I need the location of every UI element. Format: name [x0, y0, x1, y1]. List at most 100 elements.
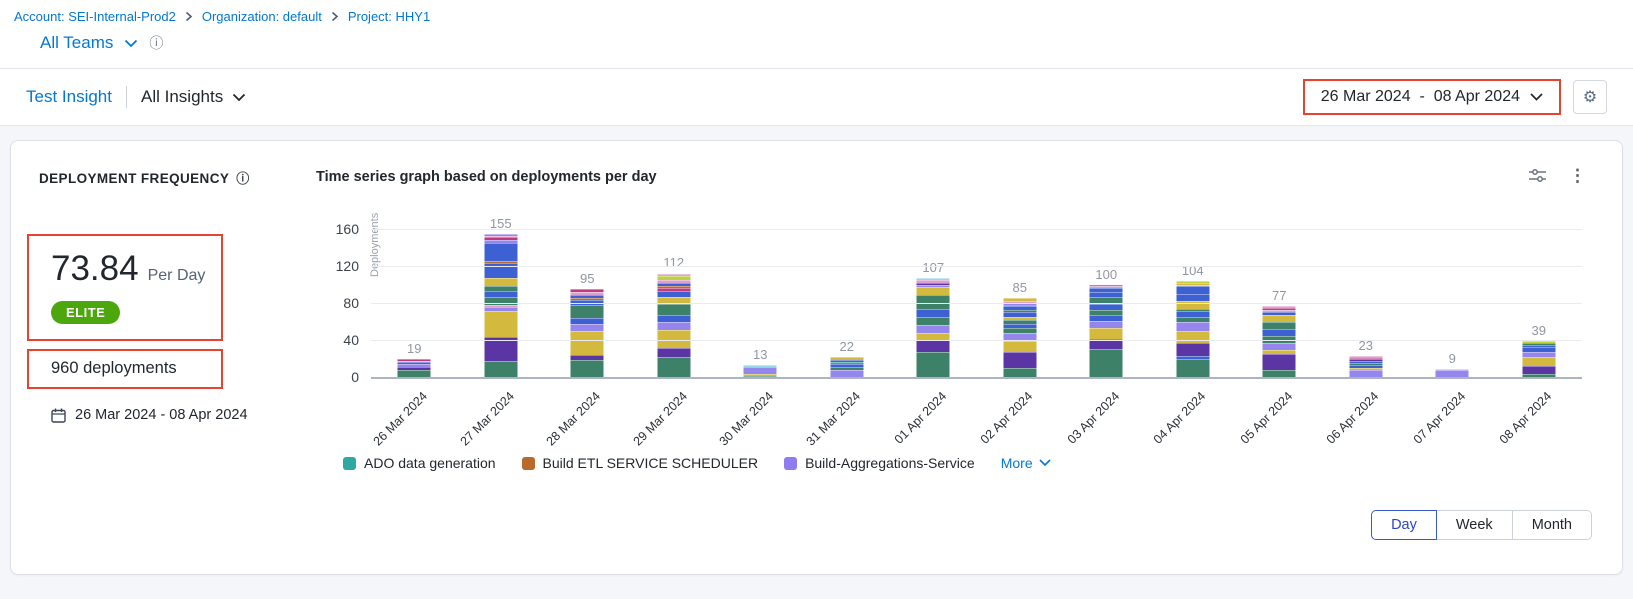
stacked-bar[interactable]: 39: [1522, 341, 1555, 377]
legend-item[interactable]: Build-Aggregations-Service: [784, 455, 975, 471]
breadcrumb-item[interactable]: Organization: default: [202, 9, 322, 24]
bar-segment[interactable]: [1176, 359, 1209, 378]
x-tick-label: 31 Mar 2024: [803, 389, 863, 449]
bar-segment[interactable]: [830, 370, 863, 377]
bar-segment[interactable]: [1176, 286, 1209, 293]
chart-filter-button[interactable]: [1528, 168, 1547, 183]
bar-segment[interactable]: [1263, 329, 1296, 336]
bar-segment[interactable]: [917, 340, 950, 352]
bar-segment[interactable]: [571, 331, 604, 355]
stacked-bar[interactable]: 107: [917, 278, 950, 377]
team-selector[interactable]: All Teams: [40, 33, 113, 53]
info-icon[interactable]: ⓘ: [149, 36, 163, 50]
stacked-bar[interactable]: 9: [1436, 369, 1469, 377]
bar-segment[interactable]: [1522, 357, 1555, 366]
bar-segment[interactable]: [1090, 321, 1123, 328]
bar-segment[interactable]: [657, 304, 690, 315]
insights-dropdown[interactable]: All Insights: [141, 87, 246, 107]
legend-swatch: [343, 457, 356, 470]
x-tick: 28 Mar 2024: [544, 379, 631, 443]
bar-segment[interactable]: [1263, 370, 1296, 377]
bar-segment[interactable]: [1176, 294, 1209, 301]
bar-column: 19: [371, 231, 458, 377]
bar-segment[interactable]: [484, 243, 517, 262]
bar-segment[interactable]: [571, 360, 604, 377]
x-tick: 05 Apr 2024: [1236, 379, 1323, 443]
chevron-right-icon: [331, 11, 339, 22]
total-deployments: 960 deployments: [51, 359, 177, 377]
interval-option-month[interactable]: Month: [1512, 510, 1592, 540]
legend-item[interactable]: ADO data generation: [343, 455, 496, 471]
legend-label: Build ETL SERVICE SCHEDULER: [543, 455, 759, 471]
stacked-bar[interactable]: 13: [744, 365, 777, 377]
breadcrumb-item[interactable]: Account: SEI-Internal-Prod2: [14, 9, 176, 24]
bar-segment[interactable]: [744, 376, 777, 377]
bar-segment[interactable]: [1176, 343, 1209, 356]
stacked-bar[interactable]: 104: [1176, 281, 1209, 377]
info-icon[interactable]: ⓘ: [236, 172, 249, 185]
interval-toggle: DayWeekMonth: [1371, 510, 1592, 540]
bar-segment[interactable]: [1003, 352, 1036, 368]
bar-segment[interactable]: [484, 278, 517, 286]
bar-segment[interactable]: [657, 322, 690, 330]
bar-column: 155: [458, 231, 545, 377]
bar-segment[interactable]: [398, 370, 431, 377]
bar-segment[interactable]: [1522, 374, 1555, 377]
stacked-bar[interactable]: 85: [1003, 298, 1036, 377]
bar-column: 23: [1323, 231, 1410, 377]
bar-segment[interactable]: [1176, 322, 1209, 330]
bar-segment[interactable]: [484, 361, 517, 377]
x-tick: 27 Mar 2024: [458, 379, 545, 443]
legend-item[interactable]: Build ETL SERVICE SCHEDULER: [522, 455, 759, 471]
bar-segment[interactable]: [917, 317, 950, 325]
x-tick: 26 Mar 2024: [371, 379, 458, 443]
settings-button[interactable]: ⚙: [1573, 80, 1607, 114]
x-tick-label: 06 Apr 2024: [1324, 389, 1382, 447]
interval-option-day[interactable]: Day: [1371, 510, 1437, 540]
bar-segment[interactable]: [1436, 370, 1469, 377]
bar-segment[interactable]: [571, 305, 604, 318]
bar-segment[interactable]: [1090, 349, 1123, 377]
insight-name-link[interactable]: Test Insight: [26, 87, 112, 107]
date-range-picker[interactable]: 26 Mar 2024 - 08 Apr 2024: [1305, 81, 1559, 113]
bar-segment[interactable]: [917, 325, 950, 332]
gear-icon: ⚙: [1583, 87, 1597, 107]
bar-segment[interactable]: [1349, 370, 1382, 377]
bar-segment[interactable]: [917, 352, 950, 377]
bar-segment[interactable]: [1522, 366, 1555, 374]
legend-label: Build-Aggregations-Service: [805, 455, 975, 471]
stacked-bar[interactable]: 19: [398, 359, 431, 377]
bar-segment[interactable]: [917, 295, 950, 309]
bar-segment[interactable]: [1003, 368, 1036, 377]
interval-option-week[interactable]: Week: [1436, 510, 1513, 540]
bar-segment[interactable]: [1090, 328, 1123, 339]
stacked-bar[interactable]: 77: [1263, 306, 1296, 377]
stacked-bar[interactable]: 100: [1090, 285, 1123, 378]
breadcrumb-item[interactable]: Project: HHY1: [348, 9, 430, 24]
bar-segment[interactable]: [657, 357, 690, 377]
bar-segment[interactable]: [657, 348, 690, 356]
bar-segment[interactable]: [1263, 322, 1296, 329]
x-tick-label: 04 Apr 2024: [1151, 389, 1209, 447]
bar-segment[interactable]: [744, 367, 777, 374]
chevron-down-icon[interactable]: [124, 39, 138, 48]
deployment-rate-unit: Per Day: [148, 267, 206, 285]
y-tick-label: 160: [336, 220, 359, 238]
x-tick: 31 Mar 2024: [804, 379, 891, 443]
stacked-bar[interactable]: 155: [484, 234, 517, 377]
bar-segment[interactable]: [1003, 341, 1036, 352]
bar-segment[interactable]: [1263, 354, 1296, 370]
stacked-bar[interactable]: 22: [830, 357, 863, 377]
legend-more-link[interactable]: More: [1001, 455, 1051, 471]
bar-segment[interactable]: [484, 311, 517, 337]
plot-area: Deployments 1915595112132210785100104772…: [371, 231, 1582, 379]
gridline: [371, 303, 1582, 304]
stacked-bar[interactable]: 112: [657, 273, 690, 377]
stacked-bar[interactable]: 23: [1349, 356, 1382, 377]
bar-segment[interactable]: [917, 287, 950, 294]
bar-segment[interactable]: [917, 333, 950, 340]
bar-segment[interactable]: [917, 309, 950, 317]
kebab-menu-icon[interactable]: ⋮: [1569, 167, 1586, 184]
bar-segment[interactable]: [1263, 343, 1296, 350]
y-tick-label: 40: [343, 331, 359, 349]
